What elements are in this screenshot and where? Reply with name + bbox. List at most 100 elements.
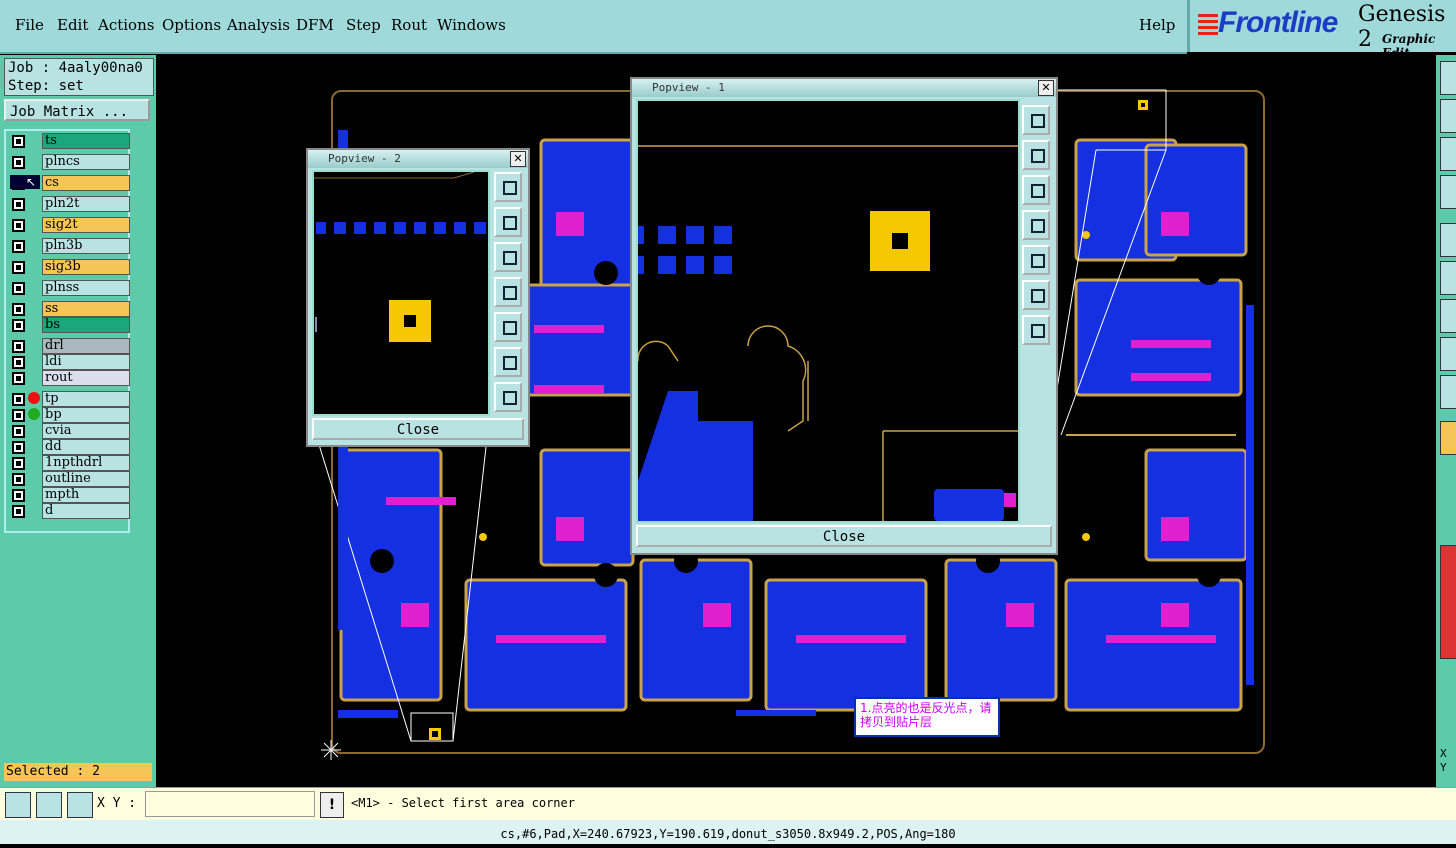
- layer-row[interactable]: plncs: [8, 154, 130, 170]
- menu-edit[interactable]: Edit: [57, 16, 88, 34]
- popview-1-zoom-home-icon[interactable]: [1022, 105, 1050, 135]
- layer-name[interactable]: drl: [42, 338, 130, 354]
- layer-name[interactable]: sig3b: [42, 259, 130, 275]
- layer-checkbox[interactable]: [12, 457, 25, 470]
- layer-name[interactable]: cs: [42, 175, 130, 191]
- layer-row[interactable]: outline: [8, 471, 130, 487]
- layer-name[interactable]: ldi: [42, 354, 130, 370]
- menu-actions[interactable]: Actions: [98, 16, 154, 34]
- popview-2-close-button[interactable]: Close: [312, 418, 524, 440]
- job-matrix-button[interactable]: Job Matrix ...: [4, 99, 150, 121]
- menu-dfm[interactable]: DFM: [296, 16, 334, 34]
- layer-name[interactable]: outline: [42, 471, 130, 487]
- layer-checkbox[interactable]: [12, 409, 25, 422]
- layer-row[interactable]: ts: [8, 133, 130, 149]
- layer-checkbox[interactable]: [12, 356, 25, 369]
- layer-checkbox[interactable]: [12, 240, 25, 253]
- layer-name[interactable]: dd: [42, 439, 130, 455]
- layer-row[interactable]: sig3b: [8, 259, 130, 275]
- xy-input[interactable]: [145, 791, 315, 817]
- layer-name[interactable]: sig2t: [42, 217, 130, 233]
- layer-name[interactable]: bp: [42, 407, 130, 423]
- popview-1-close-icon[interactable]: ✕: [1038, 80, 1054, 96]
- right-tool-7-icon[interactable]: [1440, 299, 1456, 333]
- layer-row[interactable]: dd: [8, 439, 130, 455]
- popview-2-zoom-home-icon[interactable]: [494, 172, 522, 202]
- right-tool-2-icon[interactable]: [1440, 99, 1456, 133]
- right-preview-icon[interactable]: [1440, 545, 1456, 659]
- right-tool-9-icon[interactable]: [1440, 375, 1456, 409]
- layer-row[interactable]: d: [8, 503, 130, 519]
- layer-row[interactable]: ss: [8, 301, 130, 317]
- popview-2-pan-up-icon[interactable]: [494, 207, 522, 237]
- layer-name[interactable]: d: [42, 503, 130, 519]
- layer-row[interactable]: drl: [8, 338, 130, 354]
- layer-checkbox[interactable]: [12, 261, 25, 274]
- layer-name[interactable]: ts: [42, 133, 130, 149]
- layer-row[interactable]: bs: [8, 317, 130, 333]
- popview-2-pan-left-icon[interactable]: [494, 277, 522, 307]
- layer-checkbox[interactable]: [12, 198, 25, 211]
- right-tool-1-icon[interactable]: [1440, 61, 1456, 95]
- zoom-window-icon[interactable]: [5, 792, 31, 818]
- popview-2-zoom-in-icon[interactable]: [494, 347, 522, 377]
- layer-name[interactable]: plncs: [42, 154, 130, 170]
- menu-options[interactable]: Options: [162, 16, 221, 34]
- layer-checkbox[interactable]: [12, 156, 25, 169]
- layer-row[interactable]: cvia: [8, 423, 130, 439]
- layer-checkbox[interactable]: [12, 425, 25, 438]
- layer-checkbox[interactable]: [12, 505, 25, 518]
- layer-checkbox[interactable]: [12, 135, 25, 148]
- right-tool-8-icon[interactable]: [1440, 337, 1456, 371]
- graphic-canvas[interactable]: Popview - 2 ✕ Close Popview - 1 ✕ Close …: [156, 55, 1436, 787]
- menu-rout[interactable]: Rout: [391, 16, 427, 34]
- layer-name[interactable]: mpth: [42, 487, 130, 503]
- popview-1-close-button[interactable]: Close: [636, 525, 1052, 547]
- layer-checkbox[interactable]: [12, 319, 25, 332]
- layer-name[interactable]: ss: [42, 301, 130, 317]
- popview-2-zoom-out-icon[interactable]: [494, 382, 522, 412]
- popview-1-pan-up-icon[interactable]: [1022, 140, 1050, 170]
- popview-2-close-icon[interactable]: ✕: [510, 151, 526, 167]
- layer-row[interactable]: tp: [8, 391, 130, 407]
- layer-checkbox[interactable]: [12, 372, 25, 385]
- layer-row[interactable]: mpth: [8, 487, 130, 503]
- layer-checkbox[interactable]: [12, 473, 25, 486]
- layer-name[interactable]: pln3b: [42, 238, 130, 254]
- popview-1-zoom-in-icon[interactable]: [1022, 280, 1050, 310]
- popview-2-pan-right-icon[interactable]: [494, 312, 522, 342]
- menu-windows[interactable]: Windows: [437, 16, 506, 34]
- layer-row[interactable]: bp: [8, 407, 130, 423]
- menu-step[interactable]: Step: [346, 16, 381, 34]
- layer-checkbox[interactable]: [12, 282, 25, 295]
- popview-1-pan-right-icon[interactable]: [1022, 245, 1050, 275]
- layer-name[interactable]: bs: [42, 317, 130, 333]
- right-tool-6-icon[interactable]: [1440, 261, 1456, 295]
- grid-icon[interactable]: [67, 792, 93, 818]
- layer-checkbox[interactable]: [12, 340, 25, 353]
- layer-name[interactable]: pln2t: [42, 196, 130, 212]
- layer-name[interactable]: plnss: [42, 280, 130, 296]
- menu-analysis[interactable]: Analysis: [227, 16, 290, 34]
- layer-row[interactable]: sig2t: [8, 217, 130, 233]
- layer-checkbox[interactable]: [12, 441, 25, 454]
- popview-1-pan-left-icon[interactable]: [1022, 210, 1050, 240]
- popview-1-pan-down-icon[interactable]: [1022, 175, 1050, 205]
- layer-name[interactable]: tp: [42, 391, 130, 407]
- layer-checkbox[interactable]: [12, 303, 25, 316]
- popview-1-view[interactable]: [636, 99, 1020, 523]
- layer-name[interactable]: cvia: [42, 423, 130, 439]
- menu-file[interactable]: File: [15, 16, 44, 34]
- layer-name[interactable]: 1npthdrl: [42, 455, 130, 471]
- right-tool-10-icon[interactable]: [1440, 421, 1456, 455]
- popview-2-pan-down-icon[interactable]: [494, 242, 522, 272]
- layer-row[interactable]: rout: [8, 370, 130, 386]
- layer-checkbox[interactable]: [12, 489, 25, 502]
- right-tool-3-icon[interactable]: [1440, 137, 1456, 171]
- layer-row[interactable]: plnss: [8, 280, 130, 296]
- popview-1-zoom-out-icon[interactable]: [1022, 315, 1050, 345]
- layer-name[interactable]: rout: [42, 370, 130, 386]
- measure-icon[interactable]: [36, 792, 62, 818]
- layer-row[interactable]: cs ↖: [8, 175, 130, 191]
- warning-icon[interactable]: !: [320, 792, 344, 818]
